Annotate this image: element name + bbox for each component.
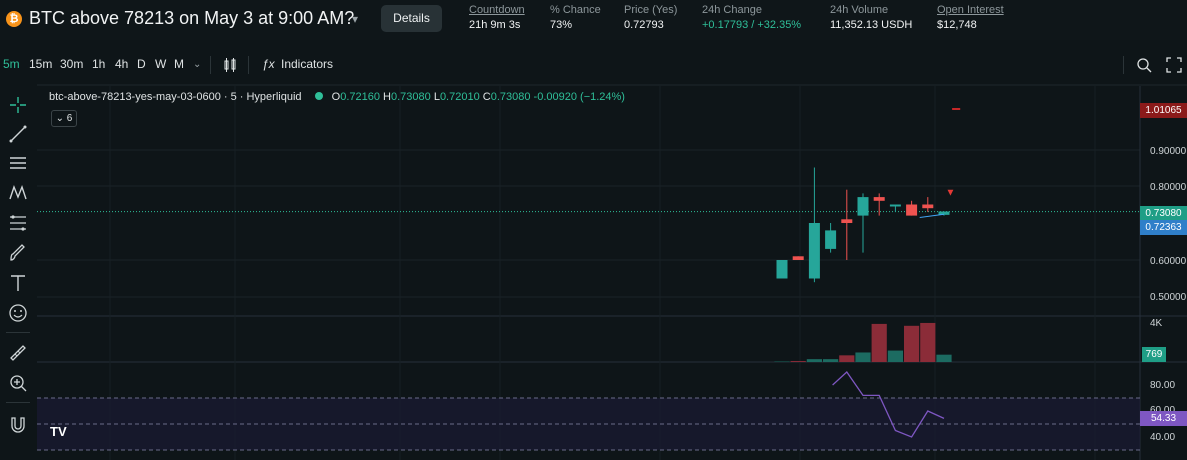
ma-price-tag: 0.72363	[1140, 220, 1187, 235]
volume-bar	[806, 359, 822, 362]
legend-change: -0.00920 (−1.24%)	[533, 91, 625, 103]
candle-body	[873, 197, 885, 201]
legend-o: 0.72160	[340, 91, 380, 103]
legend-h: 0.73080	[390, 91, 431, 103]
volume-axis-label: 4K	[1150, 318, 1163, 329]
candle-body	[922, 204, 934, 209]
legend-collapse-toggle[interactable]: ⌄ 6	[51, 110, 77, 127]
legend-c: 0.73080	[490, 91, 531, 103]
candle-series: ▼	[776, 108, 961, 283]
chevron-down-icon: ⌄	[55, 113, 65, 124]
volume-bar	[920, 322, 936, 362]
chart-legend: btc-above-78213-yes-may-03-0600 · 5 · Hy…	[49, 91, 625, 103]
rsi-band	[37, 398, 1140, 450]
volume-bar	[904, 325, 920, 362]
candle-body	[776, 260, 788, 279]
volume-bar	[839, 355, 855, 362]
sell-arrow-icon: ▼	[946, 187, 956, 198]
candle-body	[889, 204, 901, 207]
candle-body	[906, 204, 918, 216]
legend-c-label: C	[482, 91, 491, 103]
volume-bar	[871, 323, 887, 362]
legend-l: 0.72010	[439, 91, 480, 103]
rsi-axis-label: 40.00	[1150, 432, 1176, 443]
legend-h-label: H	[383, 91, 391, 103]
axis-label: 0.50000	[1150, 292, 1187, 303]
rsi-tag: 54.33	[1140, 411, 1187, 426]
ma-line	[919, 213, 945, 218]
volume-bar	[855, 352, 871, 362]
candle-body	[841, 219, 853, 223]
volume-tag: 769	[1142, 347, 1166, 362]
volume-bar	[936, 354, 952, 362]
candle-body	[825, 230, 837, 249]
volume-bar	[823, 359, 839, 362]
volume-bar	[790, 361, 806, 362]
legend-symbol: btc-above-78213-yes-may-03-0600 · 5 · Hy…	[49, 91, 302, 103]
volume-series	[774, 322, 952, 362]
candle-body	[808, 223, 820, 279]
volume-bar	[887, 350, 903, 362]
last-price-tag: 0.73080	[1140, 206, 1187, 221]
chart-grid	[37, 84, 1187, 460]
tradingview-logo-icon: TV	[50, 424, 67, 439]
status-dot-icon	[314, 92, 323, 100]
axis-label: 0.60000	[1150, 256, 1187, 267]
candle-body	[857, 197, 869, 216]
axis-label: 0.80000	[1150, 182, 1187, 193]
rsi-axis-label: 80.00	[1150, 380, 1176, 391]
price-chart[interactable]: ▼	[0, 0, 1187, 460]
candle-body	[792, 256, 804, 260]
legend-o-label: O	[331, 91, 341, 103]
axis-label: 0.90000	[1150, 146, 1187, 157]
high-price-tag: 1.01065	[1140, 103, 1187, 118]
